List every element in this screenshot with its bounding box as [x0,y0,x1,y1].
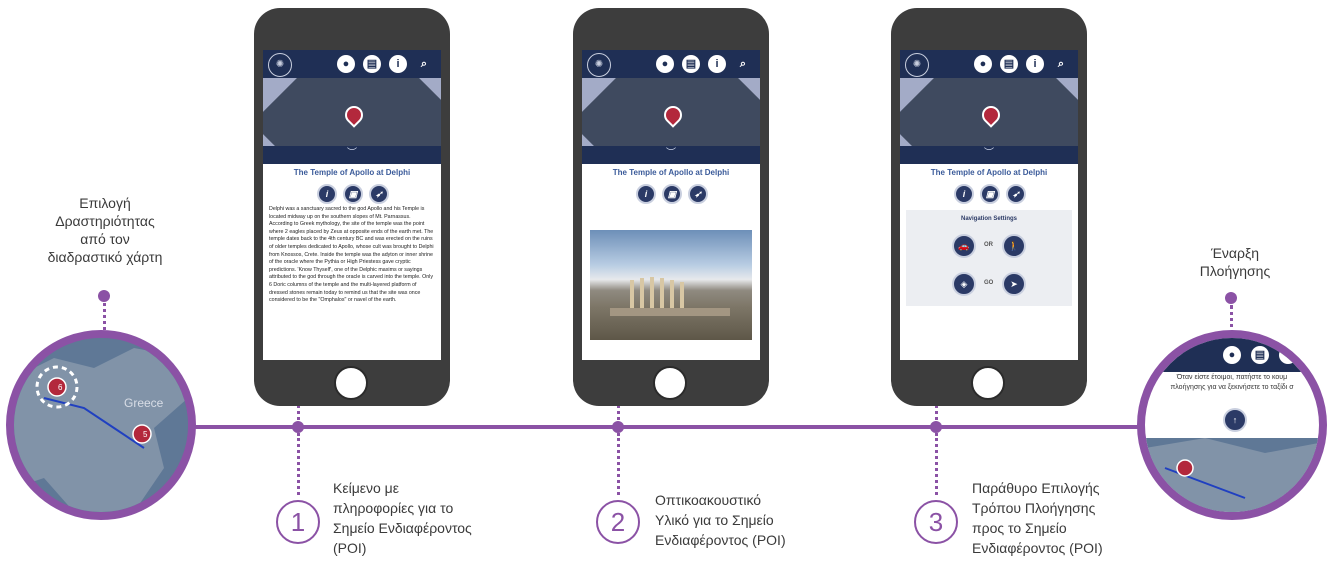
info-tab-button[interactable]: i [317,184,337,204]
phone-3: ✺ ● ▤ i ⌕ ︶ The Temple of Apollo at Delp… [891,8,1087,406]
ready-message-1: Όταν είστε έτοιμοι, πατήστε το κουμ [1176,374,1288,381]
media-tab-button[interactable]: ▣ [662,184,682,204]
step1-dot [292,421,304,433]
home-button[interactable] [334,366,368,400]
calendar-icon[interactable]: ▤ [363,55,381,73]
step1-connector-down [297,433,300,495]
media-tab-button[interactable]: ▣ [343,184,363,204]
right-map-circle[interactable]: ● ▤ i Όταν είστε έτοιμοι, πατήστε το κου… [1137,330,1327,520]
search-icon[interactable]: ⌕ [734,55,752,73]
navigation-tab-button[interactable]: ➶ [688,184,708,204]
left-label: Επιλογή Δραστηριότητας από τον διαδραστι… [47,195,163,265]
location-icon[interactable]: ● [974,55,992,73]
collapse-chevron-icon[interactable]: ︶ [900,146,1078,164]
phone2-map[interactable] [582,78,760,146]
search-icon[interactable]: ⌕ [415,55,433,73]
app-logo-icon: ✺ [268,53,292,77]
phone-2: ✺ ● ▤ i ⌕ ︶ The Temple of Apollo at Delp… [573,8,769,406]
phone-1: ✺ ● ▤ i ⌕ ︶ The Temple of Apollo at Delp… [254,8,450,406]
media-tab-button[interactable]: ▣ [980,184,1000,204]
step1-number: 1 [276,500,320,544]
calendar-icon[interactable]: ▤ [682,55,700,73]
navigation-settings-panel: Navigation Settings 🚗 OR 🚶 ◈ GO ➤ [906,210,1072,306]
navigation-settings-title: Navigation Settings [960,216,1017,222]
phone3-topbar: ✺ ● ▤ i ⌕ [900,50,1078,78]
phone1-topbar: ✺ ● ▤ i ⌕ [263,50,441,78]
poi-title: The Temple of Apollo at Delphi [612,168,730,177]
step2-dot [612,421,624,433]
start-navigation-button[interactable]: ↑ [1223,408,1247,432]
calendar-icon[interactable]: ▤ [1251,346,1269,364]
walk-mode-icon[interactable]: 🚶 [1002,234,1026,258]
phone3-screen: ✺ ● ▤ i ⌕ ︶ The Temple of Apollo at Delp… [900,50,1078,360]
left-dot [98,290,110,302]
info-tab-button[interactable]: i [636,184,656,204]
home-button[interactable] [971,366,1005,400]
timeline-line [195,425,1145,429]
location-icon[interactable]: ● [656,55,674,73]
collapse-chevron-icon[interactable]: ︶ [582,146,760,164]
right-map-graphic [1145,438,1319,512]
step3-connector-down [935,433,938,495]
ready-message-2: πλοήγησης για να ξεκινήσετε το ταξίδι σ [1170,384,1294,391]
step3-dot [930,421,942,433]
phone1-screen: ✺ ● ▤ i ⌕ ︶ The Temple of Apollo at Delp… [263,50,441,360]
info-icon[interactable]: i [708,55,726,73]
step2-connector-down [617,433,620,495]
map-country-label: Greece [124,396,164,410]
map-pin-1-label: 6 [58,383,63,392]
left-connector [103,298,106,330]
home-button[interactable] [653,366,687,400]
right-connector [1230,305,1233,335]
poi-title: The Temple of Apollo at Delphi [293,168,411,177]
temple-columns-graphic [610,277,730,316]
location-icon[interactable]: ● [337,55,355,73]
phone2-screen: ✺ ● ▤ i ⌕ ︶ The Temple of Apollo at Delp… [582,50,760,360]
map-graphic [14,338,188,512]
go-label: GO [984,280,994,286]
phone2-topbar: ✺ ● ▤ i ⌕ [582,50,760,78]
app-logo-icon: ✺ [587,53,611,77]
app-logo-icon: ✺ [905,53,929,77]
info-icon[interactable]: i [1026,55,1044,73]
map-pin-2-label: 5 [143,430,148,439]
info-tab-button[interactable]: i [954,184,974,204]
calendar-icon[interactable]: ▤ [1000,55,1018,73]
right-label: Έναρξη Πλοήγησης [1199,245,1271,279]
poi-description: Delphi was a sanctuary sacred to the god… [269,206,434,304]
poi-title: The Temple of Apollo at Delphi [930,168,1048,177]
step3-text: Παράθυρο Επιλογής Τρόπου Πλοήγησης προς … [972,480,1103,556]
step2-number: 2 [596,500,640,544]
phone3-map[interactable] [900,78,1078,146]
navigation-tab-button[interactable]: ➶ [1006,184,1026,204]
temple-photo[interactable] [590,230,752,340]
info-icon[interactable]: i [389,55,407,73]
navigation-tab-button[interactable]: ➶ [369,184,389,204]
google-maps-icon[interactable]: ◈ [952,272,976,296]
step2-text: Οπτικοακουστικό Υλικό για το Σημείο Ενδι… [655,492,786,548]
in-app-navigation-icon[interactable]: ➤ [1002,272,1026,296]
search-icon[interactable]: ⌕ [1052,55,1070,73]
or-label: OR [984,242,993,248]
step3-number: 3 [914,500,958,544]
right-dot [1225,292,1237,304]
step1-text: Κείμενο με πληροφορίες για το Σημείο Ενδ… [333,480,472,556]
phone1-map[interactable] [263,78,441,146]
left-map-circle[interactable]: 6 5 Greece [6,330,196,520]
info-icon[interactable]: i [1279,346,1297,364]
location-icon[interactable]: ● [1223,346,1241,364]
drive-mode-icon[interactable]: 🚗 [952,234,976,258]
collapse-chevron-icon[interactable]: ︶ [263,146,441,164]
